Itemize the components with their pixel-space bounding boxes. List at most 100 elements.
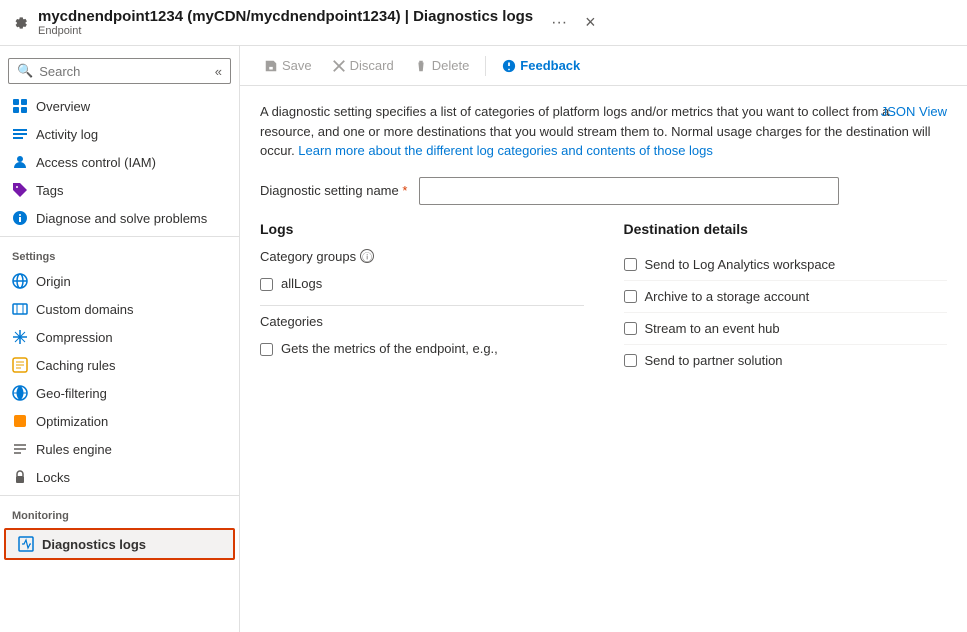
title-ellipsis[interactable]: ··· xyxy=(551,14,567,32)
sidebar-label-optimization: Optimization xyxy=(36,414,108,429)
diagnostics-icon xyxy=(18,536,34,552)
divider-monitoring xyxy=(0,495,239,496)
sidebar-label-custom-domains: Custom domains xyxy=(36,302,134,317)
sidebar-item-origin[interactable]: Origin xyxy=(0,267,239,295)
dest-partner-solution[interactable]: Send to partner solution xyxy=(624,345,948,376)
checkbox-allLogs[interactable]: allLogs xyxy=(260,272,584,295)
field-label: Diagnostic setting name * xyxy=(260,183,407,198)
sidebar-label-origin: Origin xyxy=(36,274,71,289)
page-subtitle: Endpoint xyxy=(38,25,533,37)
sidebar-item-geo-filtering[interactable]: Geo-filtering xyxy=(0,379,239,407)
destination-title: Destination details xyxy=(624,221,948,237)
origin-icon xyxy=(12,273,28,289)
sidebar-label-overview: Overview xyxy=(36,99,90,114)
main-content: A diagnostic setting specifies a list of… xyxy=(240,86,967,632)
sidebar-item-access-control[interactable]: Access control (IAM) xyxy=(0,148,239,176)
gear-icon xyxy=(12,15,28,31)
sidebar-item-compression[interactable]: Compression xyxy=(0,323,239,351)
feedback-button[interactable]: Feedback xyxy=(494,54,588,77)
sidebar-label-access-control: Access control (IAM) xyxy=(36,155,156,170)
sidebar-label-geo-filtering: Geo-filtering xyxy=(36,386,107,401)
sidebar-label-compression: Compression xyxy=(36,330,113,345)
settings-section-label: Settings xyxy=(0,241,239,267)
logs-destination-section: Logs Category groups ⓘ allLogs Categorie… xyxy=(260,221,947,376)
sidebar-label-caching-rules: Caching rules xyxy=(36,358,116,373)
required-marker: * xyxy=(402,183,407,198)
search-input[interactable] xyxy=(39,64,209,79)
tags-icon xyxy=(12,182,28,198)
categories-label: Categories xyxy=(260,314,584,329)
sidebar-item-overview[interactable]: Overview xyxy=(0,92,239,120)
sidebar-item-diagnostics-logs[interactable]: Diagnostics logs xyxy=(4,528,235,560)
divider-settings xyxy=(0,236,239,237)
caching-icon xyxy=(12,357,28,373)
save-button[interactable]: Save xyxy=(256,54,320,77)
dest-event-hub[interactable]: Stream to an event hub xyxy=(624,313,948,345)
title-bar: mycdnendpoint1234 (myCDN/mycdnendpoint12… xyxy=(0,0,967,46)
geo-icon xyxy=(12,385,28,401)
sidebar-label-diagnostics-logs: Diagnostics logs xyxy=(42,537,146,552)
search-box[interactable]: 🔍 « xyxy=(8,58,231,84)
sidebar-item-optimization[interactable]: Optimization xyxy=(0,407,239,435)
sidebar-item-locks[interactable]: Locks xyxy=(0,463,239,491)
title-content: mycdnendpoint1234 (myCDN/mycdnendpoint12… xyxy=(38,8,533,37)
sidebar-label-locks: Locks xyxy=(36,470,70,485)
sidebar-label-rules-engine: Rules engine xyxy=(36,442,112,457)
page-title: mycdnendpoint1234 (myCDN/mycdnendpoint12… xyxy=(38,8,533,25)
collapse-button[interactable]: « xyxy=(215,64,222,79)
rules-icon xyxy=(12,441,28,457)
log-analytics-label[interactable]: Send to Log Analytics workspace xyxy=(645,257,836,272)
iam-icon xyxy=(12,154,28,170)
metrics-checkbox[interactable] xyxy=(260,343,273,356)
dest-storage-account[interactable]: Archive to a storage account xyxy=(624,281,948,313)
allLogs-checkbox[interactable] xyxy=(260,278,273,291)
destination-section: Destination details Send to Log Analytic… xyxy=(624,221,948,376)
logs-section: Logs Category groups ⓘ allLogs Categorie… xyxy=(260,221,584,376)
diagnose-icon xyxy=(12,210,28,226)
search-icon: 🔍 xyxy=(17,63,33,79)
sidebar-item-tags[interactable]: Tags xyxy=(0,176,239,204)
diagnostic-setting-name-input[interactable] xyxy=(419,177,839,205)
sidebar-item-custom-domains[interactable]: Custom domains xyxy=(0,295,239,323)
compression-icon xyxy=(12,329,28,345)
locks-icon xyxy=(12,469,28,485)
discard-button[interactable]: Discard xyxy=(324,54,402,77)
partner-solution-checkbox[interactable] xyxy=(624,354,637,367)
learn-more-link[interactable]: Learn more about the different log categ… xyxy=(298,143,713,158)
partner-solution-label[interactable]: Send to partner solution xyxy=(645,353,783,368)
log-analytics-checkbox[interactable] xyxy=(624,258,637,271)
categories-divider xyxy=(260,305,584,306)
storage-account-checkbox[interactable] xyxy=(624,290,637,303)
sidebar-item-diagnose[interactable]: Diagnose and solve problems xyxy=(0,204,239,232)
toolbar-separator xyxy=(485,56,486,76)
category-groups-label: Category groups ⓘ xyxy=(260,249,584,264)
sidebar-label-diagnose: Diagnose and solve problems xyxy=(36,211,207,226)
sidebar-item-caching-rules[interactable]: Caching rules xyxy=(0,351,239,379)
optimization-icon xyxy=(12,413,28,429)
close-icon[interactable]: × xyxy=(585,12,596,33)
toolbar: Save Discard Delete Feedback xyxy=(240,46,967,86)
monitoring-section-label: Monitoring xyxy=(0,500,239,526)
content-area: Save Discard Delete Feedback A diagnosti… xyxy=(240,46,967,632)
event-hub-label[interactable]: Stream to an event hub xyxy=(645,321,780,336)
overview-icon xyxy=(12,98,28,114)
event-hub-checkbox[interactable] xyxy=(624,322,637,335)
sidebar-label-activity-log: Activity log xyxy=(36,127,98,142)
sidebar: 🔍 « Overview Activity log Access control… xyxy=(0,46,240,632)
sidebar-label-tags: Tags xyxy=(36,183,63,198)
sidebar-item-activity-log[interactable]: Activity log xyxy=(0,120,239,148)
delete-button[interactable]: Delete xyxy=(406,54,478,77)
dest-log-analytics[interactable]: Send to Log Analytics workspace xyxy=(624,249,948,281)
info-icon: ⓘ xyxy=(360,249,374,263)
activity-icon xyxy=(12,126,28,142)
domains-icon xyxy=(12,301,28,317)
metrics-label[interactable]: Gets the metrics of the endpoint, e.g., xyxy=(281,341,498,356)
storage-account-label[interactable]: Archive to a storage account xyxy=(645,289,810,304)
description-section: A diagnostic setting specifies a list of… xyxy=(260,102,947,161)
sidebar-item-rules-engine[interactable]: Rules engine xyxy=(0,435,239,463)
logs-title: Logs xyxy=(260,221,584,237)
json-view-link[interactable]: JSON View xyxy=(881,102,947,122)
checkbox-metrics[interactable]: Gets the metrics of the endpoint, e.g., xyxy=(260,337,584,360)
allLogs-label[interactable]: allLogs xyxy=(281,276,322,291)
diagnostic-setting-name-row: Diagnostic setting name * xyxy=(260,177,947,205)
